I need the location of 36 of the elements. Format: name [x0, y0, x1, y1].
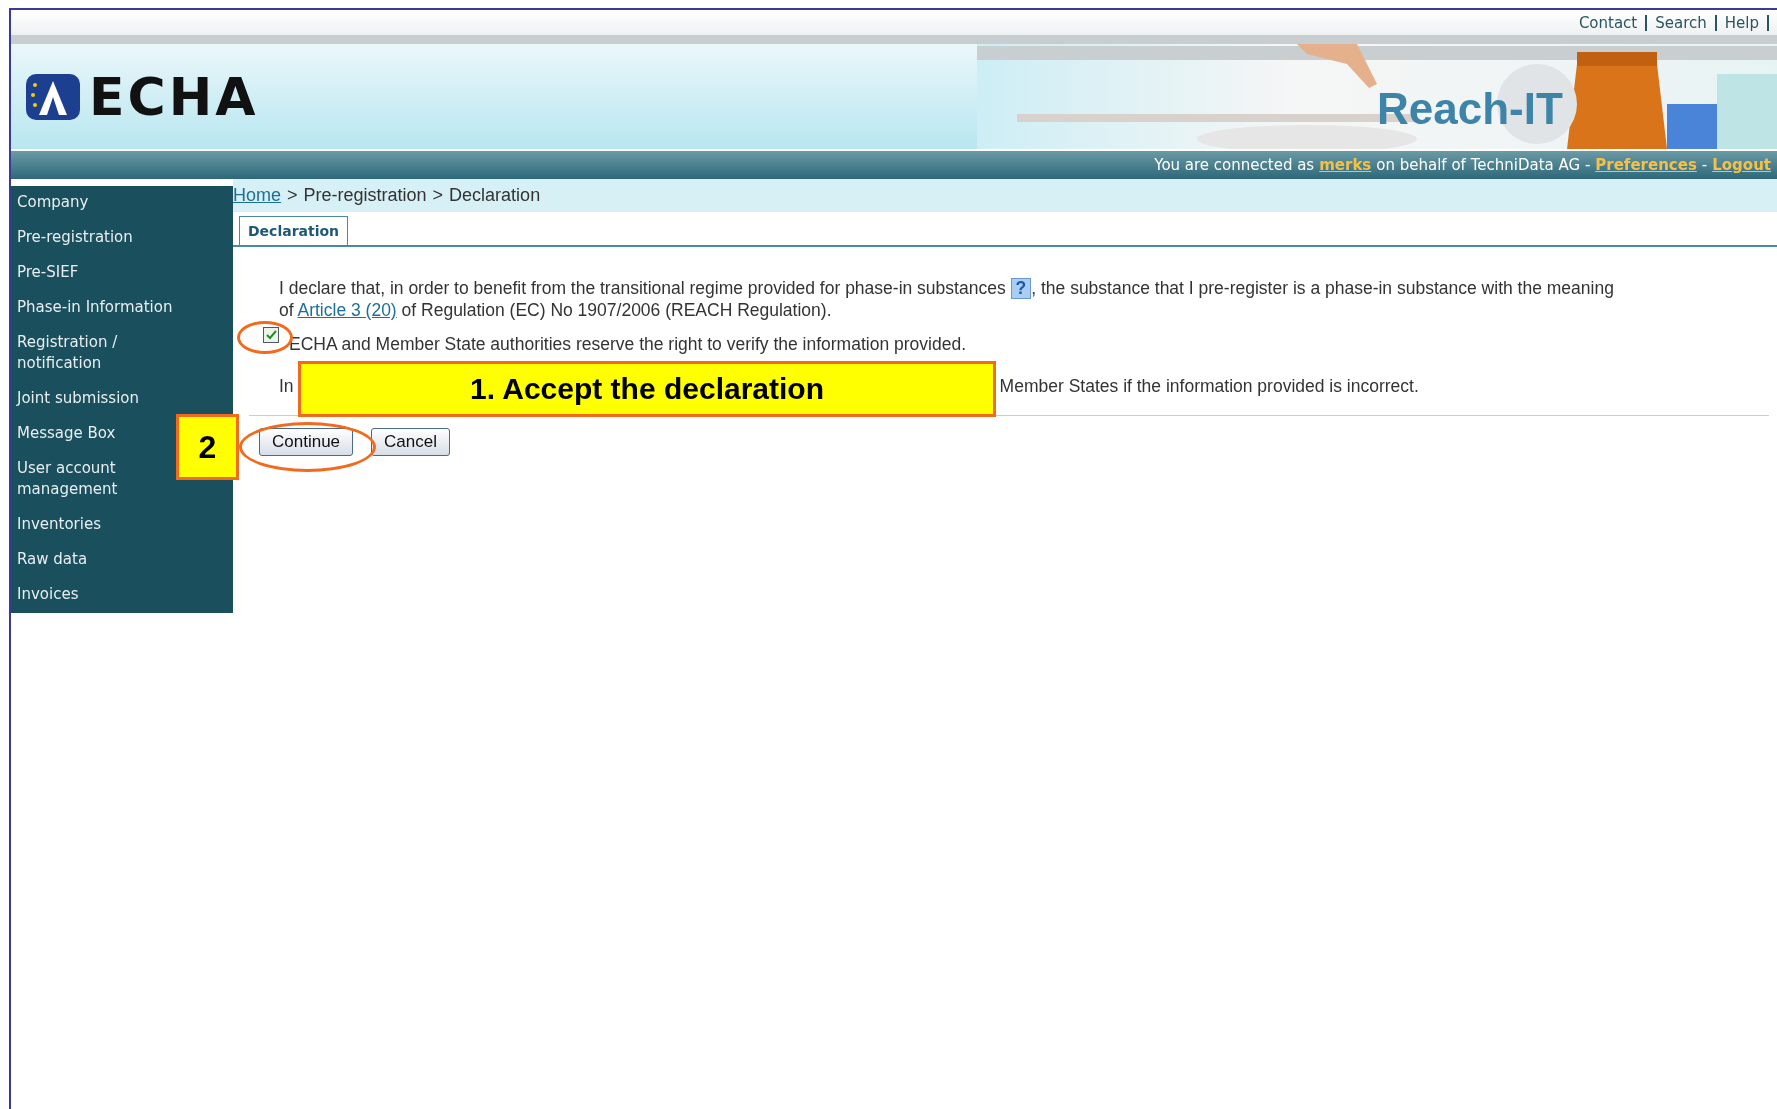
declaration-text: I declare that, in order to benefit from the transitional regime provided for phase-in substances ? , the substance that I pre-register is a phase-in substance with the meaning of Article 3 (20) of Regulation (EC) No 1907/2006 (REACH Regulation). — [279, 277, 1615, 321]
breadcrumb-item: Declaration — [449, 185, 541, 206]
status-text: on behalf of TechniData AG - — [1376, 156, 1591, 174]
sidebar-item[interactable]: Raw data — [11, 549, 94, 570]
sidebar-item[interactable]: Company — [11, 192, 95, 213]
sidebar-item[interactable]: Pre-SIEF — [11, 262, 85, 283]
cancel-button[interactable]: Cancel — [371, 428, 450, 456]
sidebar-item[interactable]: Invoices — [11, 584, 85, 605]
notice-text: In — [279, 375, 294, 397]
status-text: You are connected as — [1154, 156, 1315, 174]
article-link[interactable]: Article 3 (20) — [297, 300, 397, 320]
continue-button[interactable]: Continue — [259, 428, 354, 456]
breadcrumb-separator: > — [432, 185, 444, 206]
sidebar-item[interactable]: Phase-in Information — [11, 297, 179, 318]
callout-label: 1. Accept the declaration — [298, 361, 996, 417]
sidebar-item[interactable]: Pre-registration — [11, 227, 139, 248]
product-logo-text: Reach-IT — [1377, 84, 1563, 134]
header-link[interactable]: Search — [1647, 14, 1717, 31]
breadcrumb-link[interactable]: Home — [233, 185, 281, 206]
logo-icon — [25, 72, 81, 121]
sidebar-item[interactable]: User account management — [11, 458, 143, 500]
breadcrumb-item: Pre-registration — [303, 185, 427, 206]
help-button[interactable]: ? — [1010, 278, 1032, 299]
sidebar-item[interactable]: Registration / notification — [11, 332, 143, 374]
sidebar-item[interactable]: Message Box — [11, 423, 122, 444]
tab[interactable]: Declaration — [239, 216, 349, 245]
notice-text: Member States if the information provided is incorrect. — [999, 375, 1419, 397]
checkbox[interactable] — [263, 327, 279, 343]
logo-text: ECHA — [89, 66, 259, 127]
sidebar-item[interactable]: Joint submission — [11, 388, 146, 409]
header-link[interactable]: Help — [1716, 14, 1769, 31]
header-link[interactable]: Contact — [1570, 14, 1648, 31]
separator-text: - — [1701, 156, 1708, 174]
step-number-label: 2 — [176, 414, 239, 480]
breadcrumb-separator: > — [287, 185, 298, 206]
sidebar-item[interactable]: Inventories — [11, 514, 107, 535]
